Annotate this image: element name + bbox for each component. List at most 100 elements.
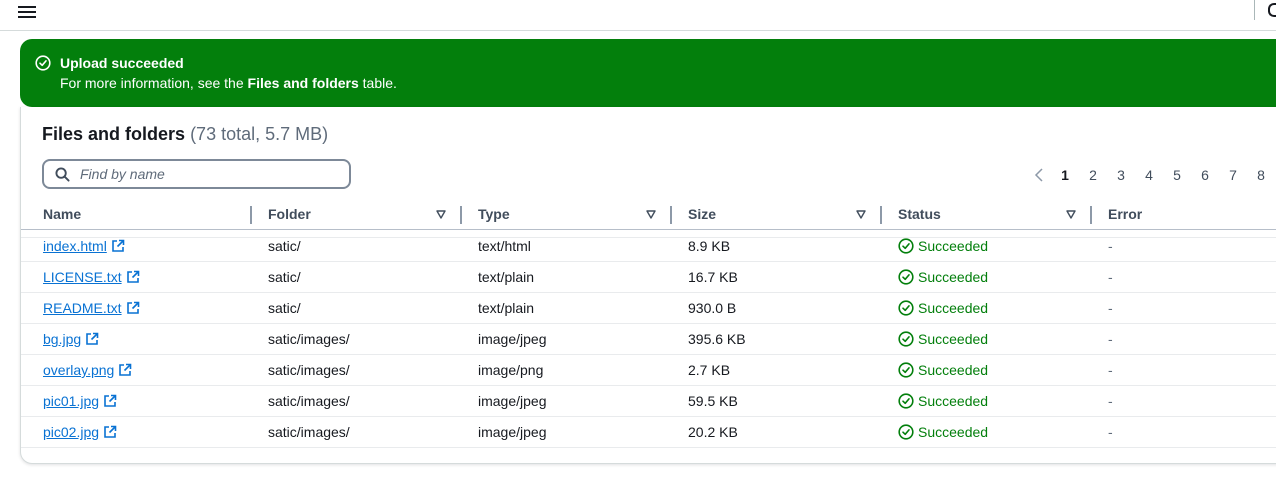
error-cell: - bbox=[1108, 362, 1113, 378]
external-link-icon bbox=[104, 394, 117, 407]
table-row: overlay.png satic/images/image/png 2.7 KB S… bbox=[21, 355, 1276, 386]
panel-count: (73 total, 5.7 MB) bbox=[190, 124, 329, 144]
column-header-folder[interactable]: Folder bbox=[268, 201, 458, 229]
file-name-cell: bg.jpg bbox=[43, 324, 99, 354]
page-6[interactable]: 6 bbox=[1191, 167, 1219, 183]
panel-title: Files and folders (73 total, 5.7 MB) bbox=[42, 123, 328, 145]
status-cell: Succeeded bbox=[898, 324, 988, 354]
size-cell: 59.5 KB bbox=[688, 393, 738, 409]
search-icon bbox=[55, 167, 70, 182]
success-status-icon bbox=[898, 269, 914, 285]
column-resizer[interactable] bbox=[1090, 206, 1092, 224]
file-name-cell: README.txt bbox=[43, 293, 140, 323]
file-name-link[interactable]: index.html bbox=[43, 238, 107, 254]
table-header: Name Folder Type Size Status Error bbox=[21, 201, 1276, 230]
column-header-folder-label: Folder bbox=[268, 206, 311, 222]
external-link-icon bbox=[104, 425, 117, 438]
top-divider bbox=[1254, 0, 1255, 20]
menu-icon[interactable] bbox=[18, 3, 36, 19]
status-cell: Succeeded bbox=[898, 355, 988, 385]
page-4[interactable]: 4 bbox=[1135, 167, 1163, 183]
table-row: bg.jpg satic/images/image/jpeg 395.6 KB Suc… bbox=[21, 324, 1276, 355]
folder-cell: satic/images/ bbox=[268, 331, 350, 347]
settings-icon[interactable] bbox=[1268, 3, 1276, 17]
column-resizer[interactable] bbox=[880, 206, 882, 224]
table-row: index.html satic/text/html 8.9 KB Succeeded… bbox=[21, 231, 1276, 262]
file-name-cell: pic01.jpg bbox=[43, 386, 117, 416]
type-cell: image/png bbox=[478, 362, 544, 378]
folder-cell: satic/images/ bbox=[268, 362, 350, 378]
file-name-link[interactable]: pic01.jpg bbox=[43, 393, 99, 409]
size-cell: 2.7 KB bbox=[688, 362, 731, 378]
file-name-link[interactable]: overlay.png bbox=[43, 362, 114, 378]
folder-cell: satic/ bbox=[268, 269, 301, 285]
size-cell: 395.6 KB bbox=[688, 331, 746, 347]
folder-cell: satic/images/ bbox=[268, 424, 350, 440]
page-1[interactable]: 1 bbox=[1051, 167, 1079, 183]
status-cell: Succeeded bbox=[898, 417, 988, 447]
file-name-link[interactable]: pic02.jpg bbox=[43, 424, 99, 440]
page-8[interactable]: 8 bbox=[1247, 167, 1275, 183]
status-label: Succeeded bbox=[918, 269, 989, 285]
column-header-size[interactable]: Size bbox=[688, 201, 878, 229]
column-resizer[interactable] bbox=[460, 206, 462, 224]
external-link-icon bbox=[119, 363, 132, 376]
table-row: README.txt satic/text/plain 930.0 B Succeed… bbox=[21, 293, 1276, 324]
external-link-icon bbox=[112, 239, 125, 252]
success-status-icon bbox=[898, 424, 914, 440]
sort-down-icon bbox=[436, 210, 446, 219]
status-label: Succeeded bbox=[918, 362, 989, 378]
table-row: pic01.jpg satic/images/image/jpeg 59.5 KB S… bbox=[21, 386, 1276, 417]
banner-title: Upload succeeded bbox=[60, 55, 184, 71]
type-cell: text/html bbox=[478, 238, 531, 254]
page-3[interactable]: 3 bbox=[1107, 167, 1135, 183]
file-name-link[interactable]: README.txt bbox=[43, 300, 122, 316]
column-header-type[interactable]: Type bbox=[478, 201, 668, 229]
error-cell: - bbox=[1108, 424, 1113, 440]
external-link-icon bbox=[126, 270, 139, 283]
type-cell: image/jpeg bbox=[478, 331, 547, 347]
size-cell: 20.2 KB bbox=[688, 424, 738, 440]
column-header-name-label: Name bbox=[43, 206, 82, 222]
previous-page-icon[interactable] bbox=[1029, 165, 1051, 185]
pagination: 1 2 3 4 5 6 7 8 bbox=[1029, 165, 1275, 185]
type-cell: text/plain bbox=[478, 300, 535, 316]
banner-message-prefix: For more information, see the bbox=[60, 75, 248, 91]
panel-title-text: Files and folders bbox=[42, 124, 186, 144]
column-header-error[interactable]: Error bbox=[1108, 201, 1228, 229]
files-and-folders-panel: Files and folders (73 total, 5.7 MB) 1 2… bbox=[20, 107, 1276, 464]
success-status-icon bbox=[898, 300, 914, 316]
column-resizer[interactable] bbox=[250, 206, 252, 224]
page-7[interactable]: 7 bbox=[1219, 167, 1247, 183]
external-link-icon bbox=[86, 332, 99, 345]
file-name-link[interactable]: LICENSE.txt bbox=[43, 269, 122, 285]
status-label: Succeeded bbox=[918, 238, 989, 254]
error-cell: - bbox=[1108, 331, 1113, 347]
column-header-status[interactable]: Status bbox=[898, 201, 1088, 229]
size-cell: 8.9 KB bbox=[688, 238, 731, 254]
search-field[interactable] bbox=[42, 159, 351, 189]
error-cell: - bbox=[1108, 269, 1113, 285]
page-5[interactable]: 5 bbox=[1163, 167, 1191, 183]
page-2[interactable]: 2 bbox=[1079, 167, 1107, 183]
sort-down-icon bbox=[1066, 210, 1076, 219]
status-cell: Succeeded bbox=[898, 293, 988, 323]
file-name-link[interactable]: bg.jpg bbox=[43, 331, 81, 347]
file-name-cell: LICENSE.txt bbox=[43, 262, 140, 292]
status-label: Succeeded bbox=[918, 331, 989, 347]
error-cell: - bbox=[1108, 238, 1113, 254]
banner-message-suffix: table. bbox=[358, 75, 397, 91]
check-circle-icon bbox=[35, 55, 51, 71]
column-header-status-label: Status bbox=[898, 206, 941, 222]
search-input[interactable] bbox=[80, 164, 340, 184]
column-resizer[interactable] bbox=[670, 206, 672, 224]
column-header-name[interactable]: Name bbox=[43, 201, 243, 229]
folder-cell: satic/images/ bbox=[268, 393, 350, 409]
error-cell: - bbox=[1108, 393, 1113, 409]
status-label: Succeeded bbox=[918, 300, 989, 316]
table-row: pic02.jpg satic/images/image/jpeg 20.2 KB S… bbox=[21, 417, 1276, 448]
file-name-cell: overlay.png bbox=[43, 355, 132, 385]
type-cell: image/jpeg bbox=[478, 393, 547, 409]
folder-cell: satic/ bbox=[268, 300, 301, 316]
status-cell: Succeeded bbox=[898, 386, 988, 416]
